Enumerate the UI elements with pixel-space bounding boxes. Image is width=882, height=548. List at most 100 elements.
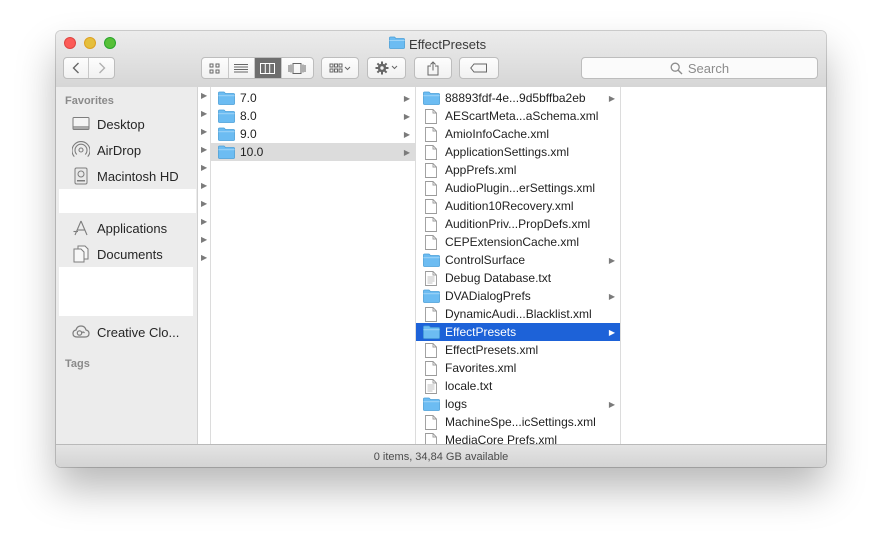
document-icon (422, 162, 440, 178)
file-row[interactable]: Audition10Recovery.xml (416, 197, 620, 215)
disclosure-arrow-icon: ▶ (201, 181, 208, 190)
folder-row[interactable]: EffectPresets ▶ (416, 323, 620, 341)
sidebar-item-label: AirDrop (97, 142, 142, 158)
desktop-icon (72, 117, 90, 130)
sidebar-item-airdrop[interactable]: AirDrop (72, 140, 141, 160)
text-document-icon (422, 270, 440, 286)
action-button[interactable] (367, 57, 406, 79)
sidebar-item-documents[interactable]: Documents (72, 244, 163, 264)
folder-row[interactable]: 9.0 ▶ (211, 125, 415, 143)
folder-icon (217, 145, 235, 159)
zoom-button[interactable] (104, 37, 116, 49)
disclosure-arrow-icon: ▶ (403, 129, 411, 139)
title-bar: EffectPresets Search (56, 31, 826, 88)
sidebar-blank-row (59, 189, 196, 213)
column-view-button[interactable] (255, 58, 282, 78)
search-field[interactable]: Search (581, 57, 818, 79)
item-label: MachineSpe...icSettings.xml (445, 415, 596, 429)
item-label: EffectPresets (445, 325, 517, 339)
disclosure-arrow-icon: ▶ (201, 199, 208, 208)
sidebar: Favorites Desktop AirDrop Macintosh HD A… (56, 87, 198, 444)
text-document-icon (422, 378, 440, 394)
sidebar-item-macintosh-hd[interactable]: Macintosh HD (72, 166, 179, 186)
file-row[interactable]: AmioInfoCache.xml (416, 125, 620, 143)
item-label: EffectPresets.xml (445, 343, 539, 357)
file-row[interactable]: AuditionPriv...PropDefs.xml (416, 215, 620, 233)
item-label: ApplicationSettings.xml (445, 145, 570, 159)
file-row[interactable]: MediaCore Prefs.xml (416, 431, 620, 444)
icon-view-button[interactable] (202, 58, 229, 78)
disclosure-arrow-icon: ▶ (201, 217, 208, 226)
file-row[interactable]: ApplicationSettings.xml (416, 143, 620, 161)
item-label: AuditionPriv...PropDefs.xml (445, 217, 591, 231)
sidebar-item-label: Applications (97, 220, 168, 236)
folder-icon (217, 91, 235, 105)
close-button[interactable] (64, 37, 76, 49)
item-label: AEScartMeta...aSchema.xml (445, 109, 599, 123)
file-row[interactable]: AudioPlugin...erSettings.xml (416, 179, 620, 197)
gear-icon (375, 61, 397, 75)
file-row[interactable]: CEPExtensionCache.xml (416, 233, 620, 251)
folder-row[interactable]: 8.0 ▶ (211, 107, 415, 125)
file-row[interactable]: EffectPresets.xml (416, 341, 620, 359)
item-label: Audition10Recovery.xml (445, 199, 574, 213)
grid-icon (209, 63, 220, 73)
disclosure-arrow-icon: ▶ (201, 109, 208, 118)
document-icon (422, 234, 440, 250)
folder-icon (217, 127, 235, 141)
folder-row[interactable]: DVADialogPrefs ▶ (416, 287, 620, 305)
chevron-right-icon (98, 62, 105, 74)
folder-icon (422, 91, 440, 105)
document-icon (422, 306, 440, 322)
forward-button[interactable] (89, 58, 114, 78)
folder-row[interactable]: ControlSurface ▶ (416, 251, 620, 269)
item-label: logs (445, 397, 468, 411)
document-icon (422, 432, 440, 444)
tags-button[interactable] (459, 57, 499, 79)
item-label: Favorites.xml (445, 361, 517, 375)
sidebar-blank-block (59, 267, 193, 316)
document-icon (422, 126, 440, 142)
disclosure-arrow-icon: ▶ (403, 93, 411, 103)
file-row[interactable]: AppPrefs.xml (416, 161, 620, 179)
folder-row[interactable]: 88893fdf-4e...9d5bffba2eb ▶ (416, 89, 620, 107)
minimize-button[interactable] (84, 37, 96, 49)
sidebar-item-applications[interactable]: Applications (72, 218, 167, 238)
item-label: DynamicAudi...Blacklist.xml (445, 307, 592, 321)
list-view-button[interactable] (229, 58, 256, 78)
file-row[interactable]: locale.txt (416, 377, 620, 395)
airdrop-icon (72, 141, 90, 157)
item-label: 88893fdf-4e...9d5bffba2eb (445, 91, 586, 105)
documents-icon (73, 245, 89, 263)
file-row[interactable]: AEScartMeta...aSchema.xml (416, 107, 620, 125)
file-row[interactable]: MachineSpe...icSettings.xml (416, 413, 620, 431)
item-label: 8.0 (240, 109, 257, 123)
back-button[interactable] (64, 58, 89, 78)
sidebar-item-desktop[interactable]: Desktop (72, 114, 145, 134)
disclosure-arrow-icon: ▶ (201, 163, 208, 172)
item-label: AudioPlugin...erSettings.xml (445, 181, 596, 195)
column-scrolled-edge[interactable]: ▶ ▶ ▶ ▶ ▶ ▶ ▶ ▶ ▶ ▶ (198, 87, 211, 444)
column-versions: 7.0 ▶ 8.0 ▶ 9.0 ▶ 10.0 ▶ (211, 87, 416, 444)
folder-row[interactable]: 10.0 ▶ (211, 143, 415, 161)
favorites-header: Favorites (65, 95, 114, 107)
share-icon (427, 60, 439, 75)
cover-flow-button[interactable] (282, 58, 313, 78)
finder-window: EffectPresets Search Favorites Desktop A… (56, 31, 826, 467)
item-label: 7.0 (240, 91, 257, 105)
file-row[interactable]: Favorites.xml (416, 359, 620, 377)
arrange-button[interactable] (321, 57, 359, 79)
disclosure-arrow-icon: ▶ (608, 327, 616, 337)
folder-icon (422, 253, 440, 267)
share-button[interactable] (414, 57, 452, 79)
folder-row[interactable]: 7.0 ▶ (211, 89, 415, 107)
document-icon (422, 342, 440, 358)
disclosure-arrow-icon: ▶ (201, 145, 208, 154)
file-row[interactable]: DynamicAudi...Blacklist.xml (416, 305, 620, 323)
sidebar-item-creative-cloud[interactable]: Creative Clo... (72, 322, 179, 342)
folder-row[interactable]: logs ▶ (416, 395, 620, 413)
disclosure-arrow-icon: ▶ (608, 255, 616, 265)
window-title: EffectPresets (389, 35, 486, 53)
file-row[interactable]: Debug Database.txt (416, 269, 620, 287)
disclosure-arrow-icon: ▶ (403, 147, 411, 157)
